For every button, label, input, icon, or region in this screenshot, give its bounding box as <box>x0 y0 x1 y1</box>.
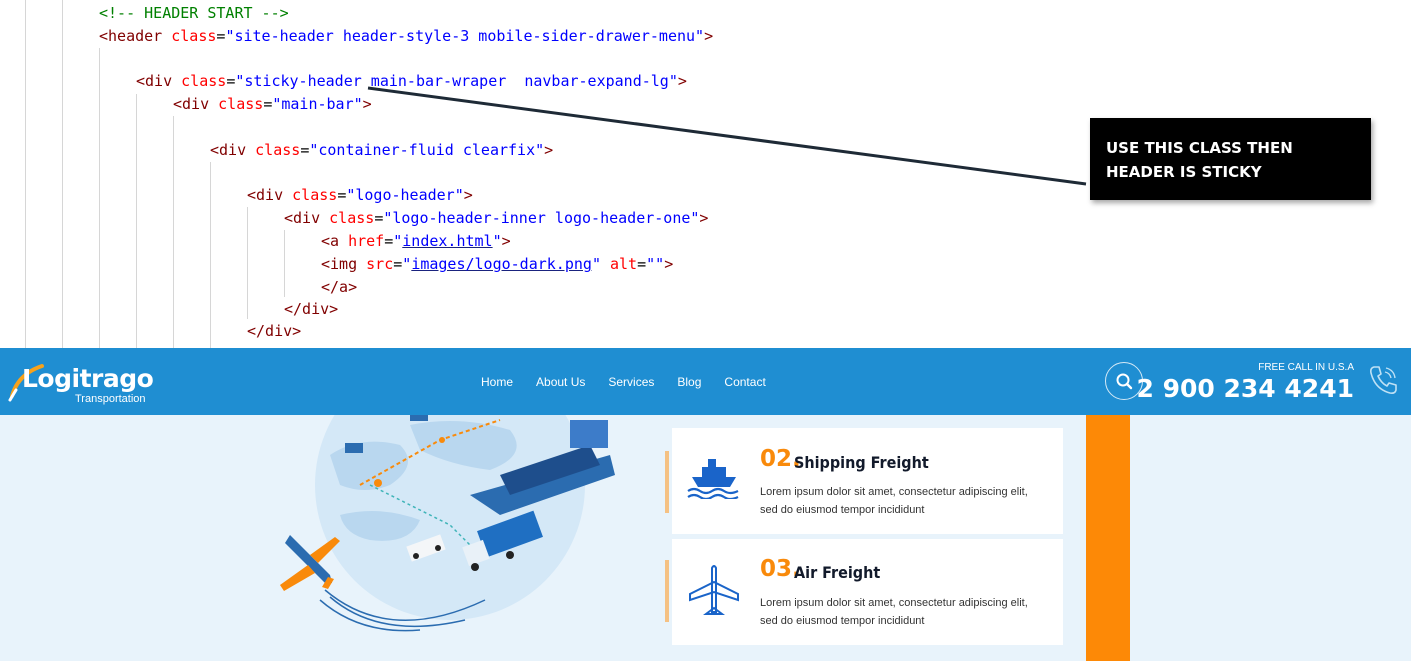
service-description-line: sed do eiusmod tempor incididunt <box>760 504 925 516</box>
phone-icon <box>1370 366 1397 394</box>
logo-wordmark: Logitrago <box>22 364 154 393</box>
service-card[interactable]: 02. Shipping Freight Lorem ipsum dolor s… <box>672 428 1063 534</box>
nav-contact[interactable]: Contact <box>724 375 765 389</box>
phone-number[interactable]: 2 900 234 4241 <box>1137 374 1354 403</box>
nav-blog[interactable]: Blog <box>677 375 701 389</box>
service-description-line: sed do eiusmod tempor incididunt <box>760 615 925 627</box>
free-call-label: FREE CALL IN U.S.A <box>1258 362 1354 373</box>
service-description-line: Lorem ipsum dolor sit amet, consectetur … <box>760 597 1028 609</box>
service-description: Lorem ipsum dolor sit amet, consectetur … <box>760 594 1060 630</box>
service-title: Shipping Freight <box>794 453 929 472</box>
ship-icon <box>687 459 739 499</box>
nav-services[interactable]: Services <box>608 375 654 389</box>
logo-tagline: Transportation <box>75 393 146 405</box>
service-description: Lorem ipsum dolor sit amet, consectetur … <box>760 483 1060 519</box>
service-card[interactable]: 03. Air Freight Lorem ipsum dolor sit am… <box>672 539 1063 645</box>
orange-accent-column <box>1086 415 1130 661</box>
service-title: Air Freight <box>794 563 881 582</box>
logistics-illustration <box>280 415 615 632</box>
sticky-header: Logitrago Transportation Home About Us S… <box>0 348 1411 415</box>
main-nav: Home About Us Services Blog Contact <box>481 375 789 389</box>
code-editor: <!-- HEADER START --> <header class="sit… <box>0 0 1411 348</box>
nav-home[interactable]: Home <box>481 375 513 389</box>
logo[interactable]: Logitrago Transportation <box>8 360 158 408</box>
nav-about-us[interactable]: About Us <box>536 375 585 389</box>
callout-box: USE THIS CLASS THEN HEADER IS STICKY <box>1090 118 1371 200</box>
website-preview: Logitrago Transportation Home About Us S… <box>0 348 1411 661</box>
airplane-icon <box>689 565 739 615</box>
card-accent-bar <box>665 451 669 513</box>
service-description-line: Lorem ipsum dolor sit amet, consectetur … <box>760 486 1028 498</box>
callout-text: USE THIS CLASS THEN HEADER IS STICKY <box>1106 139 1293 181</box>
card-accent-bar <box>665 560 669 622</box>
